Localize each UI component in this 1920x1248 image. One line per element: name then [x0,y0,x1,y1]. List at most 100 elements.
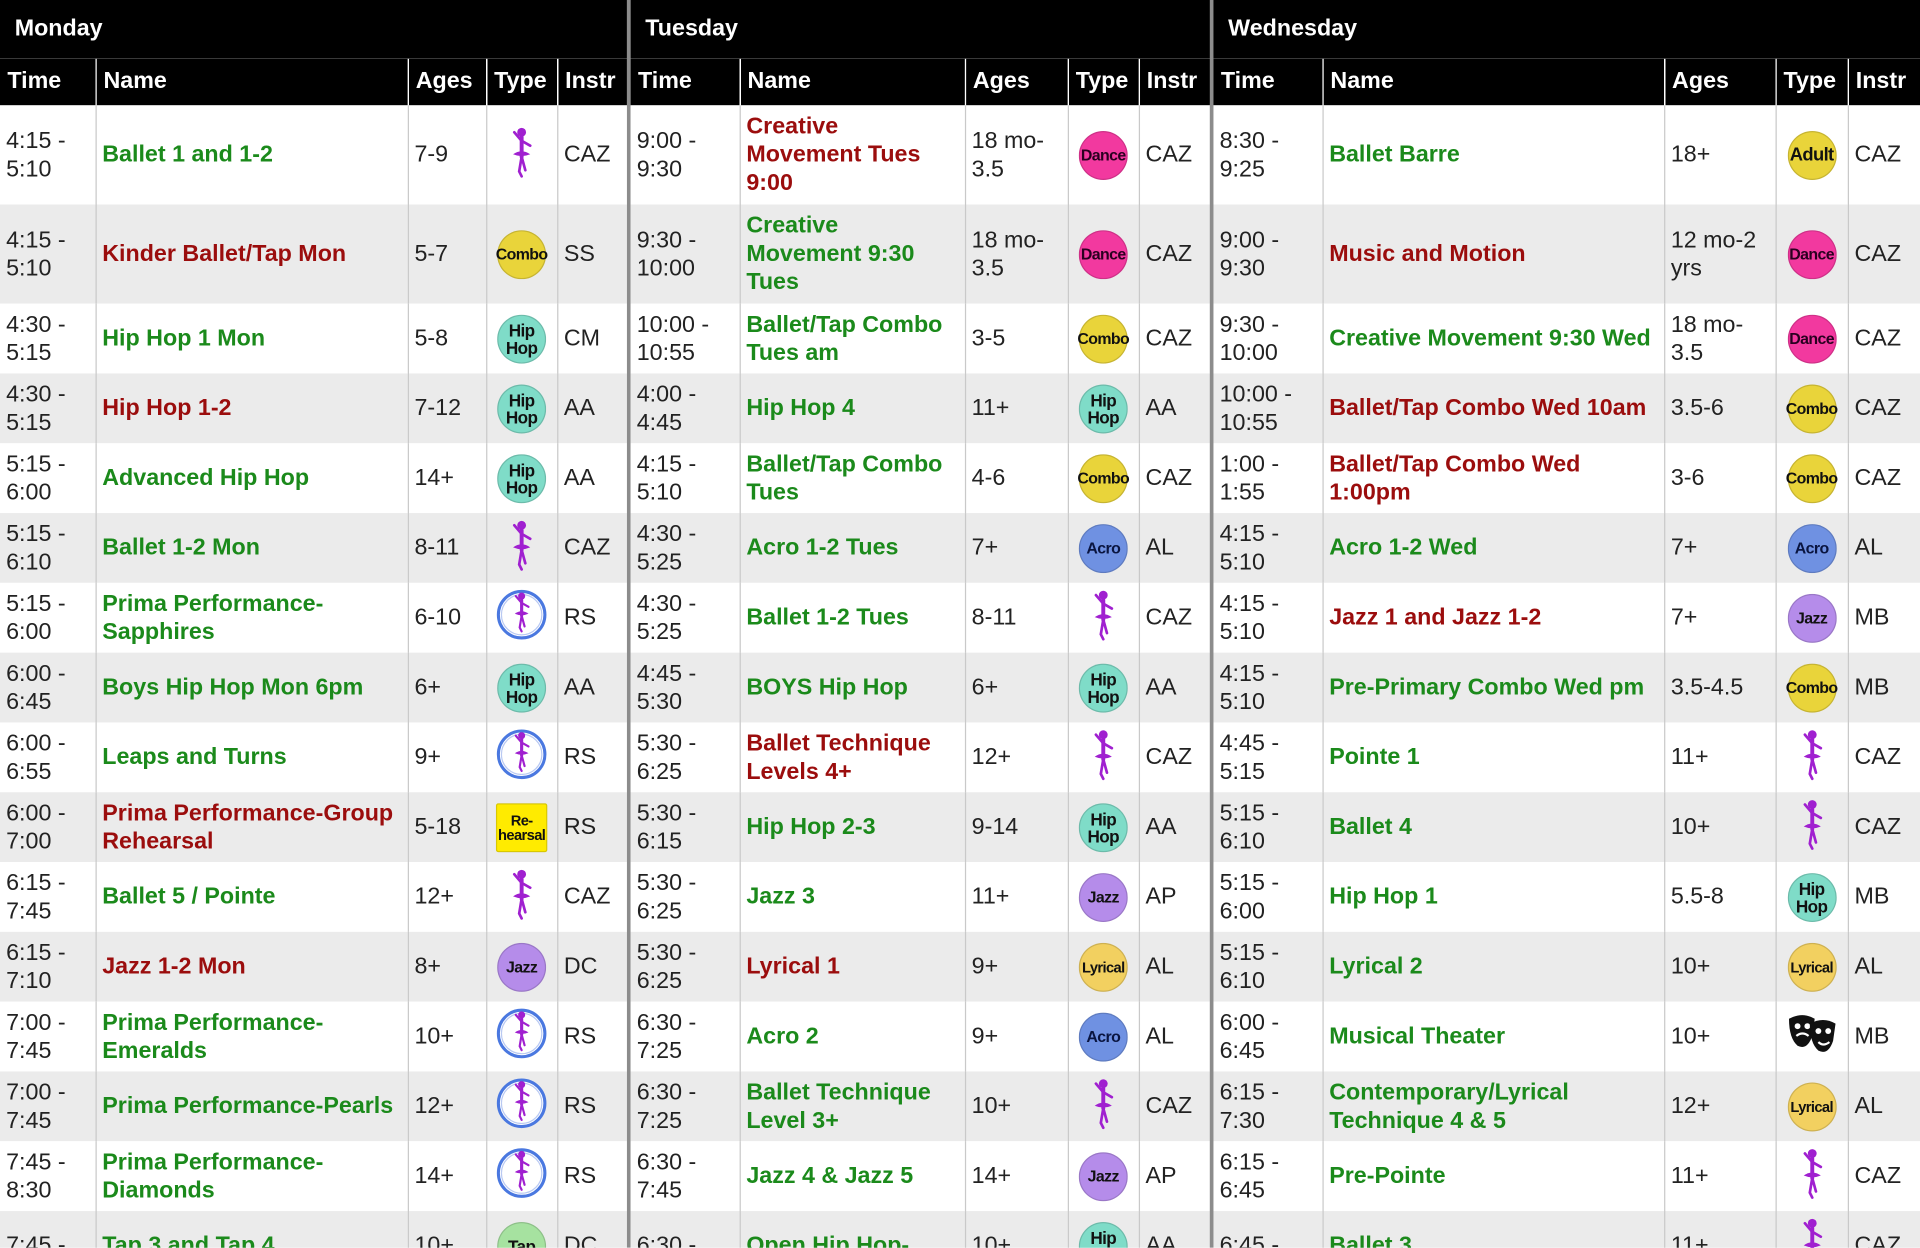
class-name-link[interactable]: Pre-Primary Combo Wed pm [1321,652,1665,723]
table-row[interactable]: 6:15 - 7:45 Ballet 5 / Pointe 12+ CAZ [0,862,627,932]
table-row[interactable]: 6:00 - 6:45 Boys Hip Hop Mon 6pm 6+ Hip Hop… [0,652,627,723]
class-name-link[interactable]: Musical Theater [1321,1001,1665,1072]
class-name-link[interactable]: Contemporary/Lyrical Technique 4 & 5 [1321,1071,1665,1142]
class-name-link[interactable]: Ballet 4 [1321,792,1665,863]
table-row[interactable]: 4:15 - 5:10 Ballet 1 and 1-2 7-9 CAZ [0,105,627,205]
class-name-link[interactable]: Kinder Ballet/Tap Mon [94,204,408,304]
table-row[interactable]: 5:15 - 6:00 Advanced Hip Hop 14+ Hip Hop AA [0,443,627,514]
table-row[interactable]: 5:15 - 6:00 Prima Performance-Sapphires 6-… [0,582,627,653]
class-name-link[interactable]: Hip Hop 4 [738,373,965,444]
class-name-link[interactable]: Prima Performance-Diamonds [94,1141,408,1212]
class-name-link[interactable]: Ballet Technique Levels 4+ [738,722,965,793]
class-name-link[interactable]: Ballet Technique Level 3+ [738,1071,965,1142]
table-row[interactable]: 6:45 - Ballet 3 11+ CAZ [1213,1211,1920,1248]
table-row[interactable]: 4:15 - 5:10 Jazz 1 and Jazz 1-2 7+ Jazz MB [1213,582,1920,653]
table-row[interactable]: 10:00 - 10:55 Ballet/Tap Combo Wed 10am 3.… [1213,373,1920,444]
table-row[interactable]: 4:45 - 5:15 Pointe 1 11+ CAZ [1213,722,1920,793]
class-name-link[interactable]: Hip Hop 1-2 [94,373,408,444]
table-row[interactable]: 9:00 - 9:30 Music and Motion 12 mo-2 yrs Da… [1213,204,1920,304]
table-row[interactable]: 6:00 - 6:55 Leaps and Turns 9+ RS [0,722,627,793]
table-row[interactable]: 9:30 - 10:00 Creative Movement 9:30 Tues 1… [630,204,1214,304]
table-row[interactable]: 9:00 - 9:30 Creative Movement Tues 9:00 18… [630,105,1214,205]
class-name-link[interactable]: Ballet/Tap Combo Wed 10am [1321,373,1665,444]
class-name-link[interactable]: Boys Hip Hop Mon 6pm [94,652,408,723]
class-instructor: AA [556,443,627,514]
class-name-link[interactable]: Advanced Hip Hop [94,443,408,514]
class-time: 4:45 - 5:15 [1213,722,1323,793]
table-row[interactable]: 4:15 - 5:10 Pre-Primary Combo Wed pm 3.5-4… [1213,652,1920,723]
class-name-link[interactable]: Music and Motion [1321,204,1665,304]
table-row[interactable]: 6:30 -Open Hip Hop-10+ Hip Hop AA [630,1211,1214,1248]
table-row[interactable]: 6:30 - 7:25 Ballet Technique Level 3+ 10+ … [630,1071,1214,1142]
class-name-link[interactable]: Acro 1-2 Tues [738,513,965,583]
table-row[interactable]: 7:45 - 8:30 Prima Performance-Diamonds 14+… [0,1141,627,1212]
table-row[interactable]: 9:30 - 10:00 Creative Movement 9:30 Wed 18… [1213,303,1920,374]
class-name-link[interactable]: Ballet/Tap Combo Wed 1:00pm [1321,443,1665,514]
class-name-link[interactable]: Leaps and Turns [94,722,408,793]
table-row[interactable]: 5:30 - 6:15 Hip Hop 2-3 9-14 Hip Hop AA [630,792,1214,863]
class-name-link[interactable]: Ballet/Tap Combo Tues am [738,303,965,374]
table-row[interactable]: 1:00 - 1:55 Ballet/Tap Combo Wed 1:00pm 3-… [1213,443,1920,514]
table-row[interactable]: 6:30 - 7:45 Jazz 4 & Jazz 5 14+ Jazz AP [630,1141,1214,1212]
table-row[interactable]: 4:00 - 4:45 Hip Hop 4 11+ Hip Hop AA [630,373,1214,444]
class-name-link[interactable]: Pre-Pointe [1321,1141,1665,1212]
table-row[interactable]: 5:15 - 6:10 Ballet 4 10+ CAZ [1213,792,1920,863]
table-row[interactable]: 7:00 - 7:45 Prima Performance-Pearls 12+ R… [0,1071,627,1142]
class-ages: 5.5-8 [1663,862,1776,932]
class-name-link[interactable]: Jazz 1-2 Mon [94,931,408,1002]
class-name-link[interactable]: Prima Performance-Pearls [94,1071,408,1142]
class-name-link[interactable]: Lyrical 2 [1321,931,1665,1002]
table-row[interactable]: 6:15 - 7:30 Contemporary/Lyrical Techniqu… [1213,1071,1920,1142]
table-row[interactable]: 7:45 - Tap 3 and Tap 4 10+ Tap DC [0,1211,627,1248]
table-row[interactable]: 4:30 - 5:15 Hip Hop 1-2 7-12 Hip Hop AA [0,373,627,444]
table-row[interactable]: 5:30 - 6:25 Ballet Technique Levels 4+ 12+… [630,722,1214,793]
class-name-link[interactable]: Open Hip Hop- [738,1211,965,1248]
class-time: 4:15 - 5:10 [1213,513,1323,583]
class-name-link[interactable]: Ballet 5 / Pointe [94,862,408,932]
class-name-link[interactable]: Hip Hop 2-3 [738,792,965,863]
table-row[interactable]: 5:15 - 6:10 Lyrical 2 10+ Lyrical AL [1213,931,1920,1002]
class-name-link[interactable]: Lyrical 1 [738,931,965,1002]
class-name-link[interactable]: BOYS Hip Hop [738,652,965,723]
class-name-link[interactable]: Jazz 3 [738,862,965,932]
class-name-link[interactable]: Ballet 1-2 Tues [738,582,965,653]
table-row[interactable]: 6:15 - 6:45 Pre-Pointe 11+ CAZ [1213,1141,1920,1212]
table-row[interactable]: 5:30 - 6:25 Lyrical 1 9+ Lyrical AL [630,931,1214,1002]
class-name-link[interactable]: Ballet 1 and 1-2 [94,105,408,205]
table-row[interactable]: 4:30 - 5:15 Hip Hop 1 Mon 5-8 Hip Hop CM [0,303,627,374]
class-name-link[interactable]: Creative Movement 9:30 Wed [1321,303,1665,374]
table-row[interactable]: 4:30 - 5:25 Ballet 1-2 Tues 8-11 CAZ [630,582,1214,653]
class-name-link[interactable]: Ballet/Tap Combo Tues [738,443,965,514]
class-name-link[interactable]: Ballet 1-2 Mon [94,513,408,583]
table-row[interactable]: 10:00 - 10:55 Ballet/Tap Combo Tues am 3-5… [630,303,1214,374]
table-row[interactable]: 6:30 - 7:25 Acro 2 9+ Acro AL [630,1001,1214,1072]
class-name-link[interactable]: Prima Performance-Sapphires [94,582,408,653]
table-row[interactable]: 4:30 - 5:25 Acro 1-2 Tues 7+ Acro AL [630,513,1214,583]
class-name-link[interactable]: Tap 3 and Tap 4 [94,1211,408,1248]
class-name-link[interactable]: Hip Hop 1 [1321,862,1665,932]
table-row[interactable]: 6:15 - 7:10 Jazz 1-2 Mon 8+ Jazz DC [0,931,627,1002]
table-row[interactable]: 6:00 - 7:00 Prima Performance-Group Rehea… [0,792,627,863]
table-row[interactable]: 6:00 - 6:45 Musical Theater 10+ MB [1213,1001,1920,1072]
class-name-link[interactable]: Ballet Barre [1321,105,1665,205]
table-row[interactable]: 5:15 - 6:00 Hip Hop 1 5.5-8 Hip Hop MB [1213,862,1920,932]
class-name-link[interactable]: Pointe 1 [1321,722,1665,793]
table-row[interactable]: 4:45 - 5:30 BOYS Hip Hop 6+ Hip Hop AA [630,652,1214,723]
class-name-link[interactable]: Jazz 1 and Jazz 1-2 [1321,582,1665,653]
table-row[interactable]: 5:15 - 6:10 Ballet 1-2 Mon 8-11 CAZ [0,513,627,583]
class-name-link[interactable]: Acro 1-2 Wed [1321,513,1665,583]
class-name-link[interactable]: Prima Performance-Group Rehearsal [94,792,408,863]
class-name-link[interactable]: Jazz 4 & Jazz 5 [738,1141,965,1212]
class-name-link[interactable]: Prima Performance-Emeralds [94,1001,408,1072]
table-row[interactable]: 7:00 - 7:45 Prima Performance-Emeralds 10+… [0,1001,627,1072]
class-name-link[interactable]: Creative Movement 9:30 Tues [738,204,965,304]
table-row[interactable]: 4:15 - 5:10 Kinder Ballet/Tap Mon 5-7 Combo… [0,204,627,304]
class-name-link[interactable]: Acro 2 [738,1001,965,1072]
class-name-link[interactable]: Creative Movement Tues 9:00 [738,105,965,205]
table-row[interactable]: 4:15 - 5:10 Ballet/Tap Combo Tues 4-6 Combo… [630,443,1214,514]
table-row[interactable]: 5:30 - 6:25 Jazz 3 11+ Jazz AP [630,862,1214,932]
class-name-link[interactable]: Hip Hop 1 Mon [94,303,408,374]
class-name-link[interactable]: Ballet 3 [1321,1211,1665,1248]
table-row[interactable]: 4:15 - 5:10 Acro 1-2 Wed 7+ Acro AL [1213,513,1920,583]
table-row[interactable]: 8:30 - 9:25 Ballet Barre 18+ Adult CAZ [1213,105,1920,205]
